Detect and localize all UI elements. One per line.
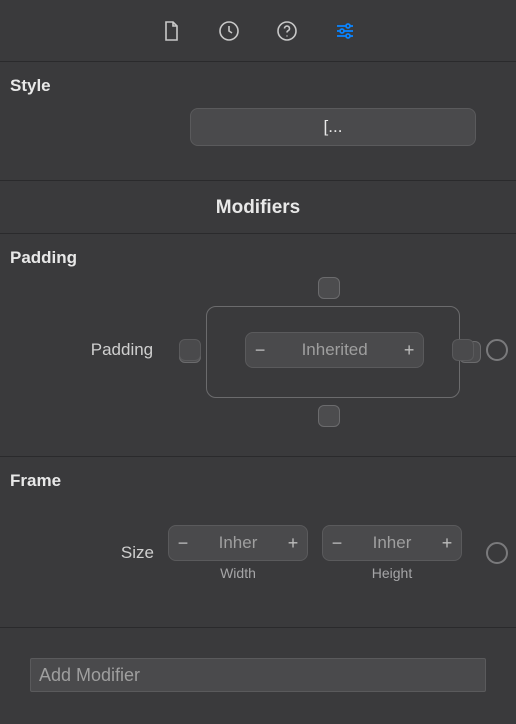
frame-section-header: Frame bbox=[0, 457, 516, 503]
add-modifier-input[interactable] bbox=[30, 658, 486, 692]
padding-right-checkbox[interactable] bbox=[452, 339, 474, 361]
height-stepper[interactable]: − Inher + bbox=[322, 525, 462, 561]
padding-stepper[interactable]: − Inherited + bbox=[245, 332, 424, 368]
height-sublabel: Height bbox=[372, 565, 412, 581]
history-icon[interactable] bbox=[217, 19, 241, 43]
padding-stepper-plus[interactable]: + bbox=[395, 333, 423, 367]
divider bbox=[0, 627, 516, 628]
size-row: Size − Inher + Width − Inher + Height bbox=[0, 525, 516, 581]
width-stepper[interactable]: − Inher + bbox=[168, 525, 308, 561]
padding-left-checkbox[interactable] bbox=[179, 339, 201, 361]
padding-label: Padding bbox=[0, 340, 167, 360]
style-dropdown[interactable]: [... bbox=[190, 108, 476, 146]
file-icon[interactable] bbox=[159, 19, 183, 43]
width-stepper-minus[interactable]: − bbox=[169, 526, 197, 560]
width-col: − Inher + Width bbox=[168, 525, 308, 581]
help-icon[interactable] bbox=[275, 19, 299, 43]
modifiers-header: Modifiers bbox=[0, 181, 516, 234]
height-stepper-plus[interactable]: + bbox=[433, 526, 461, 560]
size-steppers: − Inher + Width − Inher + Height bbox=[168, 525, 474, 581]
style-section-header: Style bbox=[0, 62, 516, 108]
padding-row: Padding − Inherited + bbox=[0, 332, 516, 368]
padding-stepper-minus[interactable]: − bbox=[246, 333, 274, 367]
padding-section-header: Padding bbox=[0, 234, 516, 280]
inspector-tabbar bbox=[0, 0, 516, 62]
height-col: − Inher + Height bbox=[322, 525, 462, 581]
padding-default-radio[interactable] bbox=[486, 339, 508, 361]
style-dropdown-value: [... bbox=[324, 117, 343, 137]
attributes-inspector-icon[interactable] bbox=[333, 19, 357, 43]
height-stepper-value[interactable]: Inher bbox=[351, 526, 433, 560]
width-stepper-plus[interactable]: + bbox=[279, 526, 307, 560]
add-modifier-row bbox=[0, 658, 516, 692]
size-label: Size bbox=[0, 543, 168, 563]
padding-stepper-value[interactable]: Inherited bbox=[274, 333, 395, 367]
padding-section-body: Padding − Inherited + bbox=[0, 280, 516, 450]
style-section-body: [... bbox=[0, 108, 516, 174]
frame-section-body: Size − Inher + Width − Inher + Height bbox=[0, 503, 516, 621]
height-stepper-minus[interactable]: − bbox=[323, 526, 351, 560]
padding-handle-top[interactable] bbox=[318, 277, 340, 299]
padding-handle-bottom[interactable] bbox=[318, 405, 340, 427]
width-sublabel: Width bbox=[220, 565, 256, 581]
frame-default-radio[interactable] bbox=[486, 542, 508, 564]
width-stepper-value[interactable]: Inher bbox=[197, 526, 279, 560]
